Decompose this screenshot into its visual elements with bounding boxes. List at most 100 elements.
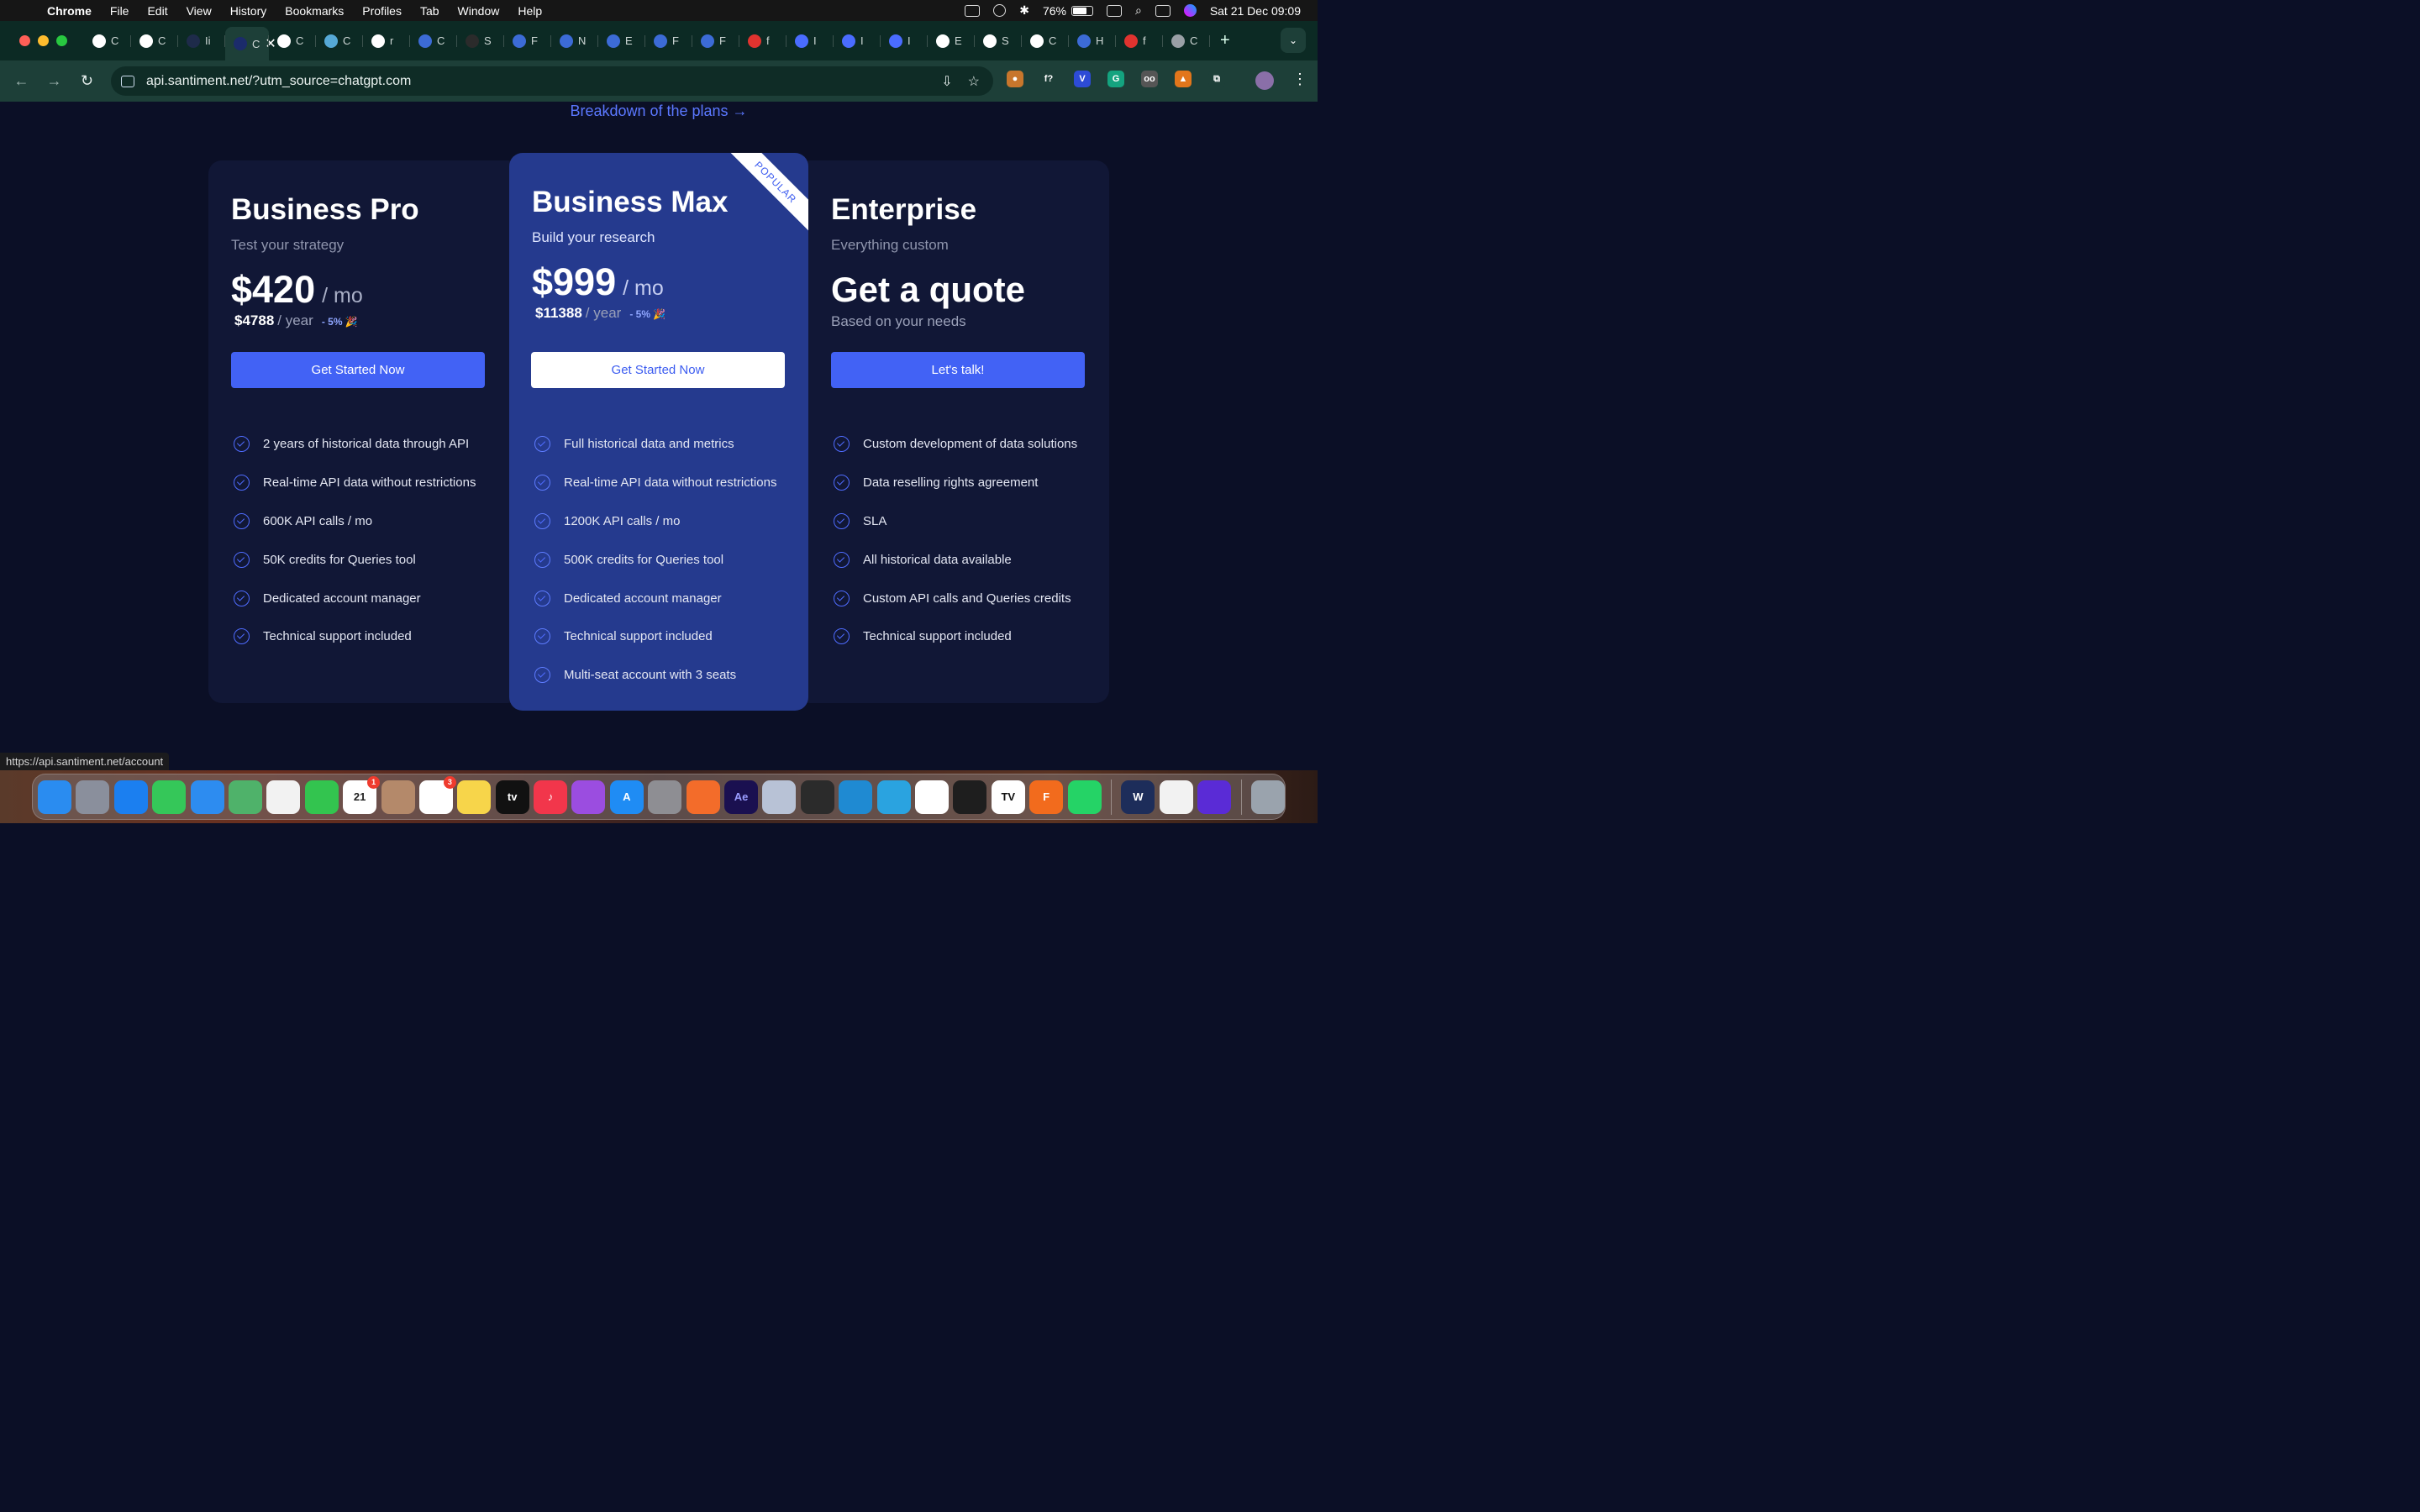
get-started-button-max[interactable]: Get Started Now xyxy=(531,352,785,388)
zoom-window-button[interactable] xyxy=(56,35,67,46)
new-tab-button[interactable]: + xyxy=(1220,31,1230,50)
breakdown-plans-link[interactable]: Breakdown of the plans → xyxy=(0,102,1318,120)
dock-telegram-icon[interactable] xyxy=(876,780,911,814)
back-button[interactable]: ← xyxy=(5,72,38,90)
dock-contacts-icon[interactable] xyxy=(381,780,415,814)
browser-tab[interactable]: I xyxy=(834,27,881,55)
get-started-button-pro[interactable]: Get Started Now xyxy=(231,352,485,388)
dock-messages-icon[interactable] xyxy=(152,780,187,814)
dock-settings-gear-icon[interactable] xyxy=(762,780,797,814)
dock-launchpad-icon[interactable] xyxy=(76,780,110,814)
browser-tab[interactable]: f xyxy=(739,27,786,55)
dock-music-icon[interactable]: ♪ xyxy=(534,780,568,814)
profile-avatar[interactable] xyxy=(1255,71,1274,90)
dock-apple-tv-icon[interactable]: tv xyxy=(495,780,529,814)
dock-claquette-icon[interactable] xyxy=(800,780,834,814)
dock-chrome-icon[interactable] xyxy=(1159,780,1193,814)
browser-tab[interactable]: C xyxy=(410,27,457,55)
minimize-window-button[interactable] xyxy=(38,35,49,46)
user-icon[interactable] xyxy=(993,4,1007,17)
dock-photos-icon[interactable] xyxy=(266,780,301,814)
formula-icon[interactable]: f? xyxy=(1040,71,1057,87)
browser-tab[interactable]: I xyxy=(786,27,834,55)
menu-datetime[interactable]: Sat 21 Dec 09:09 xyxy=(1210,4,1301,18)
cast-icon[interactable] xyxy=(965,4,981,17)
browser-tab[interactable]: N xyxy=(551,27,598,55)
dock-pen-app-icon[interactable] xyxy=(686,780,720,814)
menu-profiles[interactable]: Profiles xyxy=(362,4,402,18)
browser-tab[interactable]: C xyxy=(316,27,363,55)
browser-tab[interactable]: C ✕ xyxy=(225,27,276,60)
dock-tradingview-icon[interactable]: TV xyxy=(991,780,1025,814)
lets-talk-button[interactable]: Let's talk! xyxy=(831,352,1085,388)
browser-tab[interactable]: E xyxy=(598,27,645,55)
dock-calendar-icon[interactable]: 21 1 xyxy=(343,775,381,814)
browser-tab[interactable]: H xyxy=(1069,27,1116,55)
address-bar[interactable]: api.santiment.net/?utm_source=chatgpt.co… xyxy=(111,66,993,96)
dock-facetime-icon[interactable] xyxy=(304,780,339,814)
puzzle-icon[interactable]: ⧉ xyxy=(1208,71,1225,87)
menu-file[interactable]: File xyxy=(110,4,129,18)
dock-arc-app-icon[interactable] xyxy=(1197,780,1232,814)
glasses-icon[interactable]: oo xyxy=(1141,71,1158,87)
dock-after-effects-icon[interactable]: Ae xyxy=(724,780,759,814)
dock-fus-app-icon[interactable]: F xyxy=(1029,780,1064,814)
dock-podcasts-icon[interactable] xyxy=(571,780,606,814)
browser-tab[interactable]: E xyxy=(928,27,975,55)
siri-icon[interactable] xyxy=(1183,4,1197,17)
dock-system-settings-icon[interactable] xyxy=(648,780,682,814)
metamask-icon[interactable]: ▲ xyxy=(1175,71,1192,87)
bookmark-star-icon[interactable]: ☆ xyxy=(968,73,980,90)
tab-search-button[interactable]: ⌄ xyxy=(1281,28,1306,53)
browser-tab[interactable]: f xyxy=(1116,27,1163,55)
battery-status[interactable]: 76% xyxy=(1043,4,1093,18)
menu-tab[interactable]: Tab xyxy=(420,4,439,18)
browser-tab[interactable]: Ii xyxy=(178,27,225,55)
close-window-button[interactable] xyxy=(19,35,30,46)
menu-edit[interactable]: Edit xyxy=(147,4,167,18)
dock-whatsapp-icon[interactable] xyxy=(1067,780,1102,814)
spotlight-search-icon[interactable]: ⌕ xyxy=(1135,3,1142,18)
address-url[interactable]: api.santiment.net/?utm_source=chatgpt.co… xyxy=(146,74,411,89)
dock-app-store-icon[interactable]: A xyxy=(609,780,644,814)
browser-tab[interactable]: C xyxy=(131,27,178,55)
dock-vscode-icon[interactable] xyxy=(839,780,873,814)
browser-tab[interactable]: S xyxy=(975,27,1022,55)
dock-reminders-icon[interactable]: 3 xyxy=(418,775,456,814)
browser-tab[interactable]: F xyxy=(692,27,739,55)
cookie-icon[interactable]: ● xyxy=(1007,71,1023,87)
menu-app-name[interactable]: Chrome xyxy=(47,4,92,18)
browser-tab[interactable]: I xyxy=(881,27,928,55)
chrome-menu-icon[interactable]: ⋮ xyxy=(1292,71,1307,88)
dock-notes-icon[interactable] xyxy=(457,780,492,814)
control-center-icon[interactable] xyxy=(1155,4,1171,17)
forward-button[interactable]: → xyxy=(38,72,71,90)
dock-figma-icon[interactable] xyxy=(953,780,987,814)
install-app-icon[interactable]: ⇩ xyxy=(941,73,952,90)
reload-button[interactable]: ↻ xyxy=(71,72,103,90)
menu-window[interactable]: Window xyxy=(458,4,500,18)
menu-bookmarks[interactable]: Bookmarks xyxy=(285,4,344,18)
browser-tab[interactable]: S xyxy=(457,27,504,55)
bluetooth-icon[interactable]: ✱ xyxy=(1019,3,1029,18)
dock-slack-icon[interactable] xyxy=(914,780,949,814)
browser-tab[interactable]: C xyxy=(269,27,316,55)
site-info-icon[interactable] xyxy=(121,75,134,87)
browser-tab[interactable]: F xyxy=(504,27,551,55)
dock-maps-icon[interactable] xyxy=(228,780,262,814)
grammarly-icon[interactable]: G xyxy=(1107,71,1124,87)
browser-tab[interactable]: C xyxy=(84,27,131,55)
browser-tab[interactable]: F xyxy=(645,27,692,55)
menu-history[interactable]: History xyxy=(230,4,267,18)
menu-view[interactable]: View xyxy=(187,4,212,18)
dock-safari-icon[interactable] xyxy=(113,780,148,814)
browser-tab[interactable]: r xyxy=(363,27,410,55)
browser-tab[interactable]: C xyxy=(1163,27,1210,55)
v-icon[interactable]: V xyxy=(1074,71,1091,87)
dock-w-app-icon[interactable]: W xyxy=(1121,780,1155,814)
link-icon[interactable] xyxy=(1106,4,1122,17)
dock-finder-icon[interactable] xyxy=(38,780,71,814)
menu-help[interactable]: Help xyxy=(518,4,542,18)
dock-mail-icon[interactable] xyxy=(190,780,224,814)
dock-trash-icon[interactable] xyxy=(1250,780,1285,814)
